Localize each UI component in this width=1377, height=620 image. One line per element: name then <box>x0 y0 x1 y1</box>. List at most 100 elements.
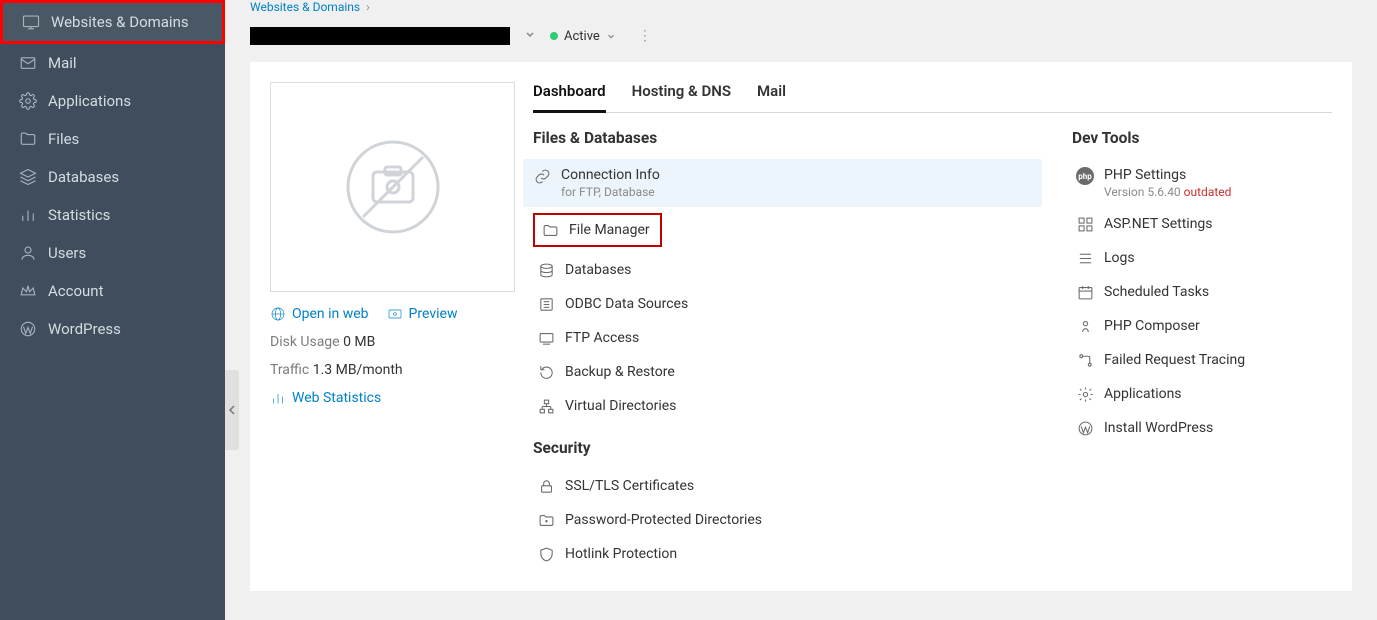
sidebar-item-websites-domains[interactable]: Websites & Domains <box>0 0 225 44</box>
open-in-web-label: Open in web <box>292 306 369 322</box>
kebab-menu[interactable]: ⋮ <box>630 24 660 48</box>
web-statistics-label: Web Statistics <box>292 390 381 406</box>
disk-usage-row: Disk Usage 0 MB <box>270 334 515 350</box>
applications-item[interactable]: Applications <box>1072 377 1332 411</box>
ftp-label: FTP Access <box>565 330 639 346</box>
php-settings-item[interactable]: php PHP Settings Version 5.6.40 outdated <box>1072 159 1332 207</box>
sitemap-icon <box>537 397 555 415</box>
section-security: Security <box>533 439 1032 457</box>
composer-label: PHP Composer <box>1104 318 1200 334</box>
breadcrumb-root[interactable]: Websites & Domains <box>250 0 360 14</box>
gear-icon <box>1076 385 1094 403</box>
file-manager-item[interactable]: File Manager <box>533 213 662 247</box>
tab-hosting-dns[interactable]: Hosting & DNS <box>632 82 731 112</box>
sidebar-item-users[interactable]: Users <box>0 234 225 272</box>
lock-icon <box>537 477 555 495</box>
wordpress-icon <box>18 319 38 339</box>
sidebar-label: Statistics <box>48 206 110 224</box>
aspnet-item[interactable]: ASP.NET Settings <box>1072 207 1332 241</box>
tab-dashboard[interactable]: Dashboard <box>533 82 606 112</box>
sidebar-label: Websites & Domains <box>51 13 189 31</box>
status-label: Active <box>564 29 600 44</box>
php-composer-item[interactable]: PHP Composer <box>1072 309 1332 343</box>
page-title-redacted <box>250 27 510 45</box>
site-thumbnail <box>270 82 515 292</box>
backup-label: Backup & Restore <box>565 364 675 380</box>
databases-item[interactable]: Databases <box>533 253 1032 287</box>
sidebar-label: Account <box>48 282 104 300</box>
crown-icon <box>18 281 38 301</box>
traffic-value: 1.3 MB/month <box>313 362 403 378</box>
connection-info-label: Connection Info <box>561 167 660 183</box>
scheduled-label: Scheduled Tasks <box>1104 284 1209 300</box>
trace-icon <box>1076 351 1094 369</box>
sidebar-label: WordPress <box>48 320 121 338</box>
sidebar-label: Mail <box>48 54 77 72</box>
sidebar-label: Databases <box>48 168 119 186</box>
sidebar-item-statistics[interactable]: Statistics <box>0 196 225 234</box>
failed-req-label: Failed Request Tracing <box>1104 352 1245 368</box>
monitor-icon <box>21 12 41 32</box>
section-dev-tools: Dev Tools <box>1072 129 1332 147</box>
backup-icon <box>537 363 555 381</box>
composer-icon <box>1076 317 1094 335</box>
sidebar-collapse-handle[interactable] <box>225 370 239 450</box>
backup-restore-item[interactable]: Backup & Restore <box>533 355 1032 389</box>
breadcrumb: Websites & Domains › <box>250 0 1352 24</box>
password-dirs-label: Password-Protected Directories <box>565 512 762 528</box>
hotlink-label: Hotlink Protection <box>565 546 677 562</box>
hotlink-item[interactable]: Hotlink Protection <box>533 537 1032 571</box>
title-dropdown[interactable] <box>524 28 536 44</box>
odbc-item[interactable]: ODBC Data Sources <box>533 287 1032 321</box>
php-label: PHP Settings <box>1104 167 1231 183</box>
logs-item[interactable]: Logs <box>1072 241 1332 275</box>
ssl-tls-item[interactable]: SSL/TLS Certificates <box>533 469 1032 503</box>
link-icon <box>533 167 551 185</box>
bars-icon <box>270 390 286 406</box>
web-statistics-link[interactable]: Web Statistics <box>270 390 515 406</box>
eye-icon <box>387 306 403 322</box>
ftp-access-item[interactable]: FTP Access <box>533 321 1032 355</box>
php-outdated-badge: outdated <box>1184 185 1232 199</box>
scheduled-tasks-item[interactable]: Scheduled Tasks <box>1072 275 1332 309</box>
disk-usage-value: 0 MB <box>343 334 375 350</box>
password-dirs-item[interactable]: Password-Protected Directories <box>533 503 1032 537</box>
sidebar-item-databases[interactable]: Databases <box>0 158 225 196</box>
tab-mail[interactable]: Mail <box>757 82 786 112</box>
preview-link[interactable]: Preview <box>387 306 458 322</box>
aspnet-label: ASP.NET Settings <box>1104 216 1213 232</box>
logs-label: Logs <box>1104 250 1135 266</box>
layers-icon <box>18 167 38 187</box>
virtual-dirs-label: Virtual Directories <box>565 398 676 414</box>
databases-label: Databases <box>565 262 631 278</box>
install-wp-label: Install WordPress <box>1104 420 1213 436</box>
install-wordpress-item[interactable]: Install WordPress <box>1072 411 1332 445</box>
sidebar-item-applications[interactable]: Applications <box>0 82 225 120</box>
sidebar-item-account[interactable]: Account <box>0 272 225 310</box>
database-icon <box>537 261 555 279</box>
disk-usage-label: Disk Usage <box>270 334 340 350</box>
php-icon: php <box>1076 167 1094 185</box>
status-dot-icon <box>550 32 558 40</box>
odbc-icon <box>537 295 555 313</box>
connection-info-sub: for FTP, Database <box>561 185 660 199</box>
globe-icon <box>270 306 286 322</box>
connection-info-item[interactable]: Connection Info for FTP, Database <box>523 159 1042 207</box>
content-area: Websites & Domains › Active ⋮ <box>225 0 1377 620</box>
bars-icon <box>18 205 38 225</box>
sidebar-item-mail[interactable]: Mail <box>0 44 225 82</box>
section-files-databases: Files & Databases <box>533 129 1032 147</box>
php-version: Version 5.6.40 <box>1104 185 1181 199</box>
open-in-web-link[interactable]: Open in web <box>270 306 369 322</box>
status-dropdown[interactable]: Active <box>550 29 616 44</box>
virtual-directories-item[interactable]: Virtual Directories <box>533 389 1032 423</box>
sidebar-label: Files <box>48 130 79 148</box>
sidebar-label: Users <box>48 244 86 262</box>
main-card: Open in web Preview Disk Usage 0 MB Traf… <box>250 62 1352 591</box>
sidebar: Websites & Domains Mail Applications Fil… <box>0 0 225 620</box>
file-manager-label: File Manager <box>569 222 650 238</box>
sidebar-item-files[interactable]: Files <box>0 120 225 158</box>
failed-request-tracing-item[interactable]: Failed Request Tracing <box>1072 343 1332 377</box>
password-folder-icon <box>537 511 555 529</box>
sidebar-item-wordpress[interactable]: WordPress <box>0 310 225 348</box>
